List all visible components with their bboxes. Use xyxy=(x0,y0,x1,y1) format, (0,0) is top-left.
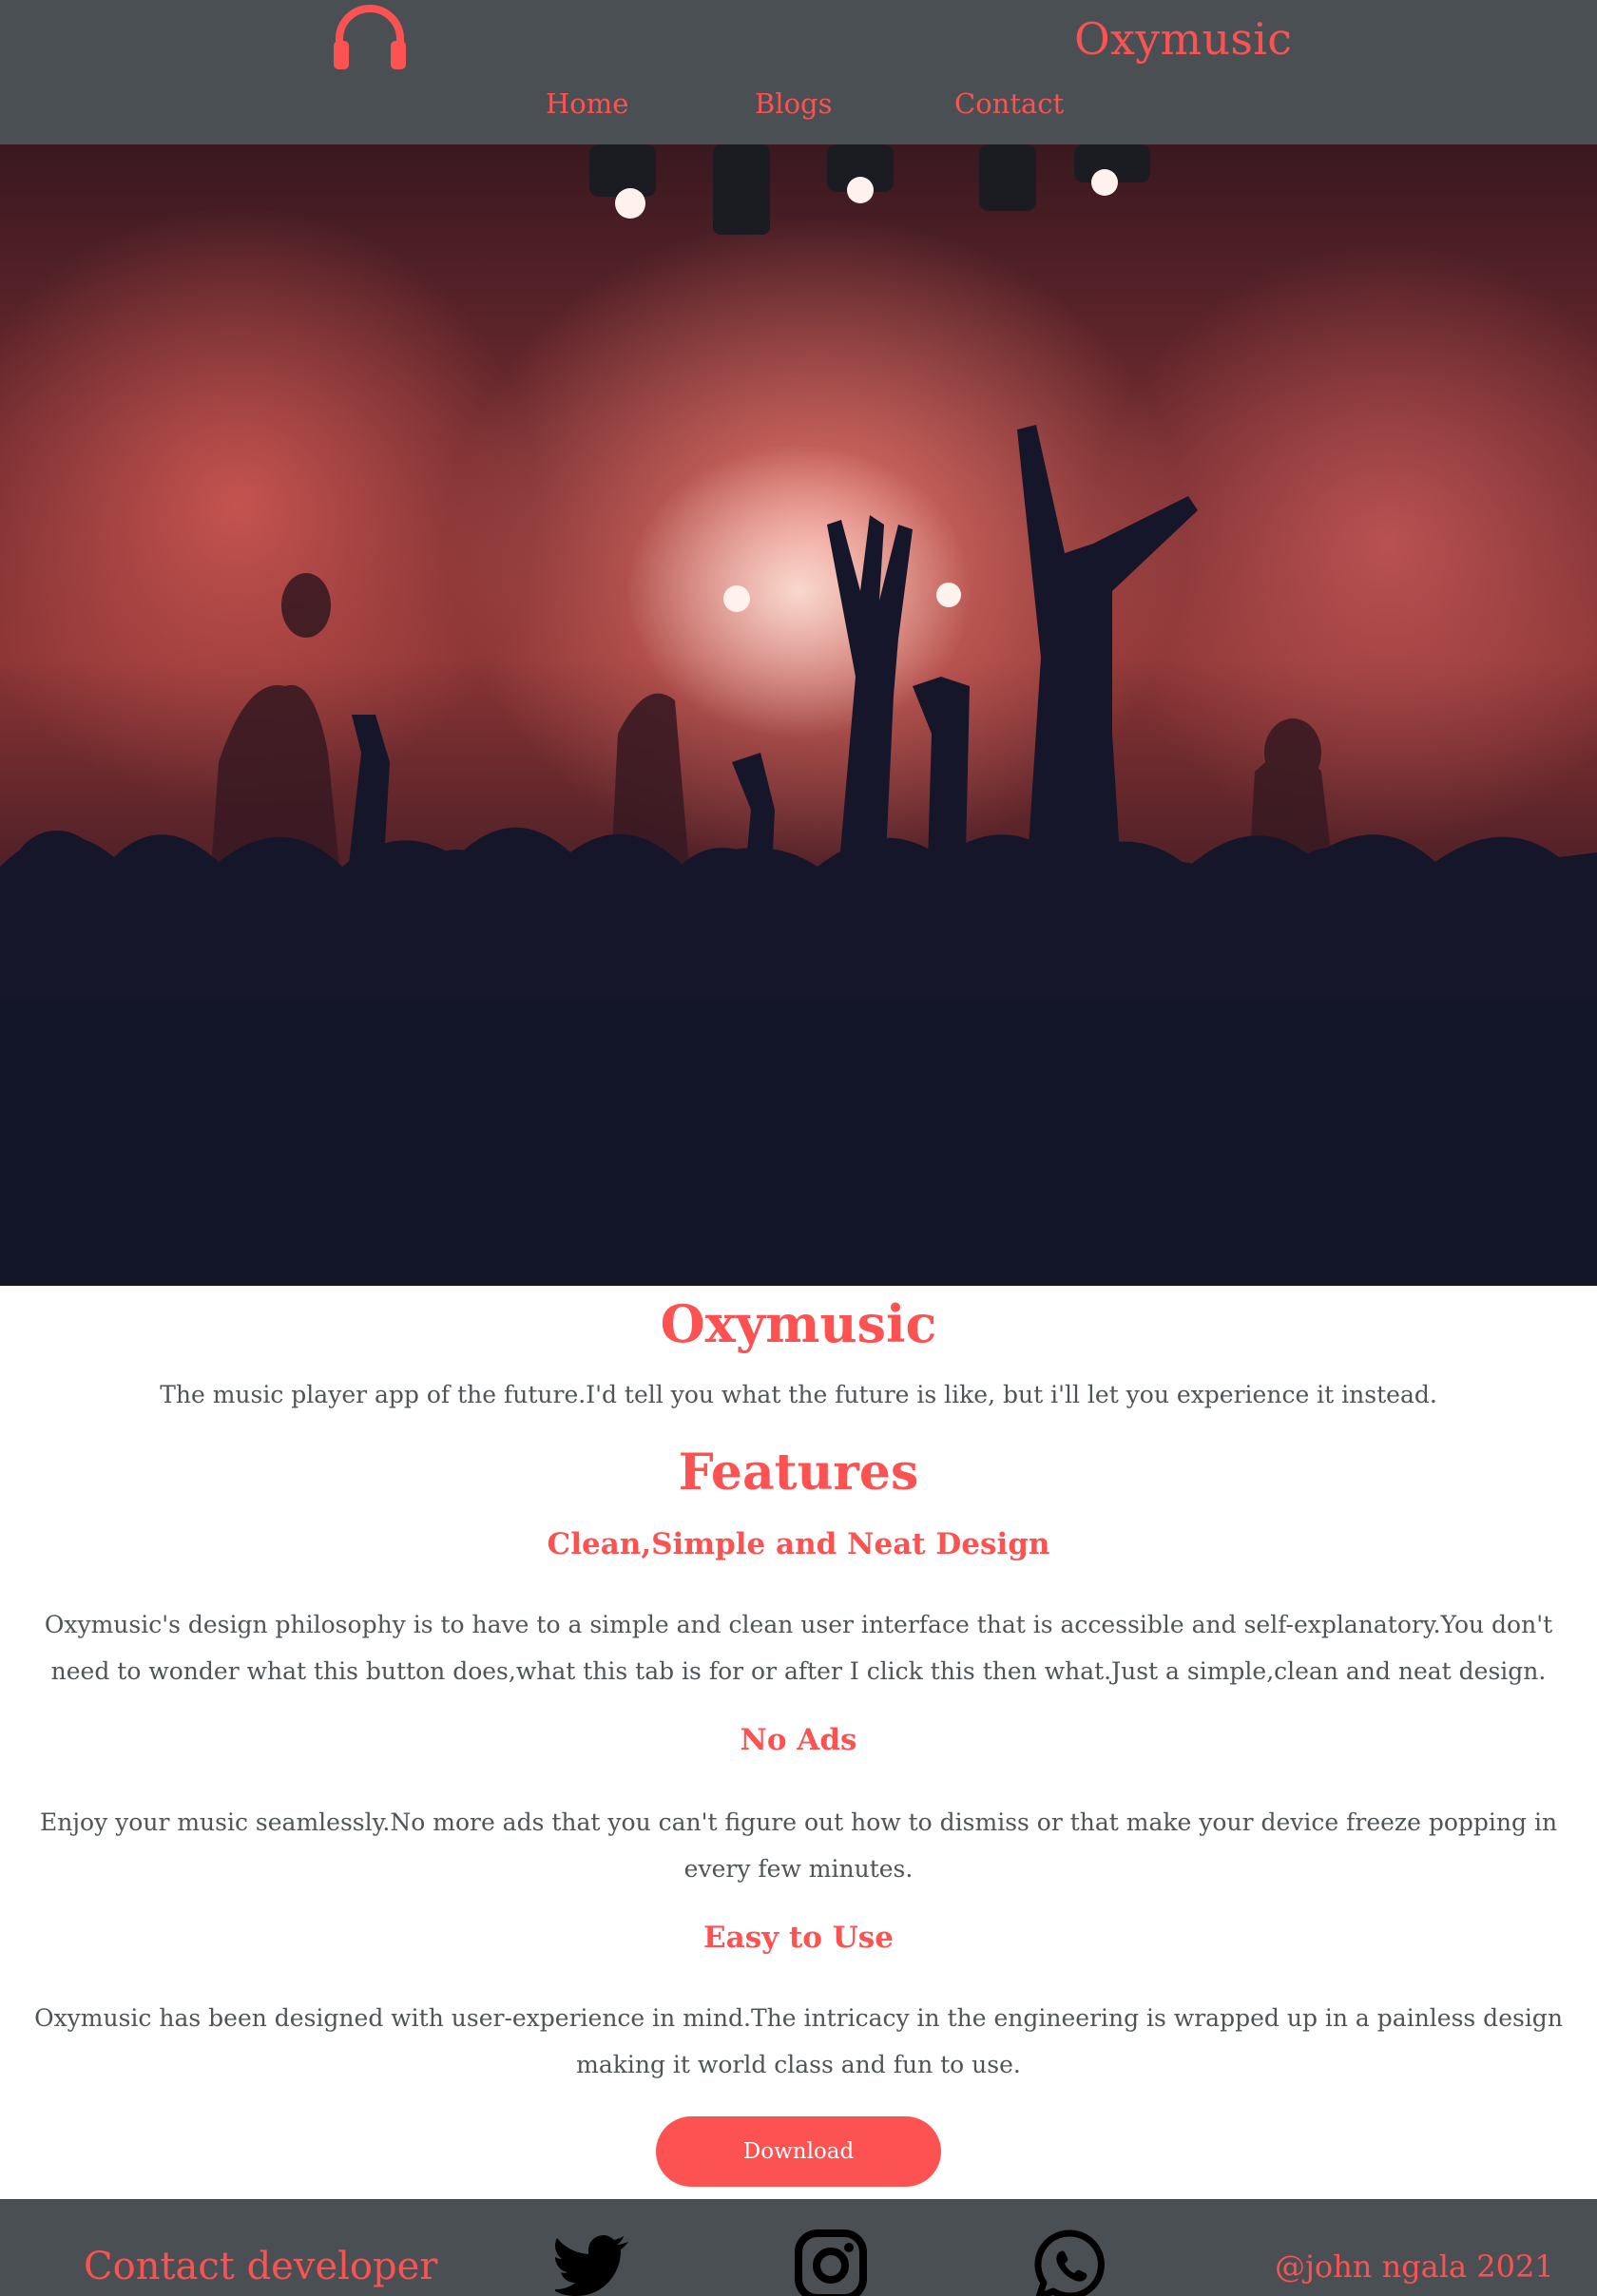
page-title: Oxymusic xyxy=(660,1293,937,1354)
instagram-icon[interactable] xyxy=(793,2228,869,2296)
site-footer: Contact developer @john ngala 2021 xyxy=(0,2199,1597,2296)
hero-image xyxy=(0,144,1597,1286)
whatsapp-icon[interactable] xyxy=(1032,2228,1108,2296)
feature-heading-easy: Easy to Use xyxy=(703,1921,894,1955)
footer-credit: @john ngala 2021 xyxy=(1275,2248,1554,2285)
download-button[interactable]: Download xyxy=(656,2116,941,2187)
features-heading: Features xyxy=(678,1444,919,1502)
feature-heading-design: Clean,Simple and Neat Design xyxy=(547,1527,1050,1561)
concert-illustration xyxy=(0,144,1597,1286)
feature-heading-no-ads: No Ads xyxy=(740,1723,857,1757)
feature-text-no-ads: Enjoy your music seamlessly.No more ads … xyxy=(39,1808,1558,1883)
nav-contact[interactable]: Contact xyxy=(954,87,1064,120)
contact-developer-label: Contact developer xyxy=(84,2245,438,2288)
feature-text-easy: Oxymusic has been designed with user-exp… xyxy=(34,2004,1563,2078)
site-header: Oxymusic Home Blogs Contact xyxy=(0,0,1597,144)
nav-blogs[interactable]: Blogs xyxy=(755,87,833,120)
feature-text-design: Oxymusic's design philosophy is to have … xyxy=(44,1611,1553,1685)
nav-home[interactable]: Home xyxy=(546,87,628,120)
brand-name: Oxymusic xyxy=(1074,13,1293,65)
headphones-icon xyxy=(334,5,406,69)
twitter-icon[interactable] xyxy=(555,2228,631,2296)
main-nav: Home Blogs Contact xyxy=(0,87,1597,129)
tagline: The music player app of the future.I'd t… xyxy=(160,1381,1437,1408)
